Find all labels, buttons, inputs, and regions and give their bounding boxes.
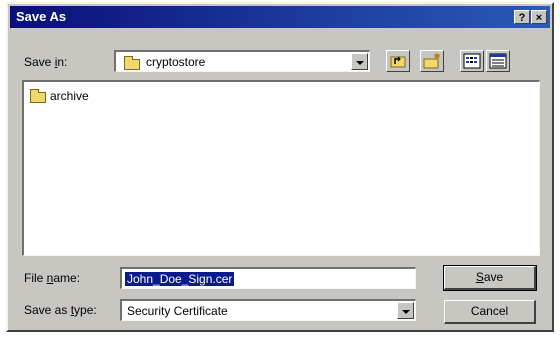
folder-icon: [30, 89, 46, 103]
details-view-button[interactable]: [486, 50, 510, 72]
save-button[interactable]: Save: [443, 265, 537, 291]
help-button[interactable]: ?: [514, 10, 530, 24]
folder-icon: [124, 56, 140, 70]
save-as-type-value: Security Certificate: [127, 304, 228, 318]
create-new-folder-button[interactable]: [420, 50, 444, 72]
save-as-dialog: Save As ? × Save in: cryptostore archive…: [6, 2, 554, 332]
save-in-dropdown-arrow[interactable]: [351, 53, 368, 70]
save-in-dropdown[interactable]: cryptostore: [114, 50, 370, 72]
cancel-button[interactable]: Cancel: [444, 300, 536, 324]
file-name-value: John_Doe_Sign.cer: [125, 272, 235, 286]
file-name-label: File name:: [24, 271, 81, 285]
file-name-input[interactable]: John_Doe_Sign.cer: [120, 267, 416, 289]
save-as-type-label: Save as type:: [24, 303, 97, 317]
up-folder-icon: [390, 56, 406, 68]
save-in-value: cryptostore: [146, 55, 206, 69]
save-as-type-dropdown[interactable]: Security Certificate: [120, 299, 416, 321]
title-bar: Save As ? ×: [10, 6, 550, 28]
close-button[interactable]: ×: [531, 10, 547, 24]
up-one-level-button[interactable]: [386, 50, 410, 72]
file-name-archive: archive: [50, 89, 89, 103]
list-item[interactable]: archive: [28, 88, 118, 104]
dialog-title: Save As: [16, 9, 67, 24]
save-as-type-dropdown-arrow[interactable]: [397, 302, 414, 319]
details-view-icon: [489, 53, 507, 69]
save-in-label: Save in:: [24, 55, 68, 69]
new-folder-icon: [423, 53, 440, 69]
file-list[interactable]: archive: [22, 80, 540, 256]
list-view-button[interactable]: [460, 50, 484, 72]
list-view-icon: [463, 53, 481, 69]
